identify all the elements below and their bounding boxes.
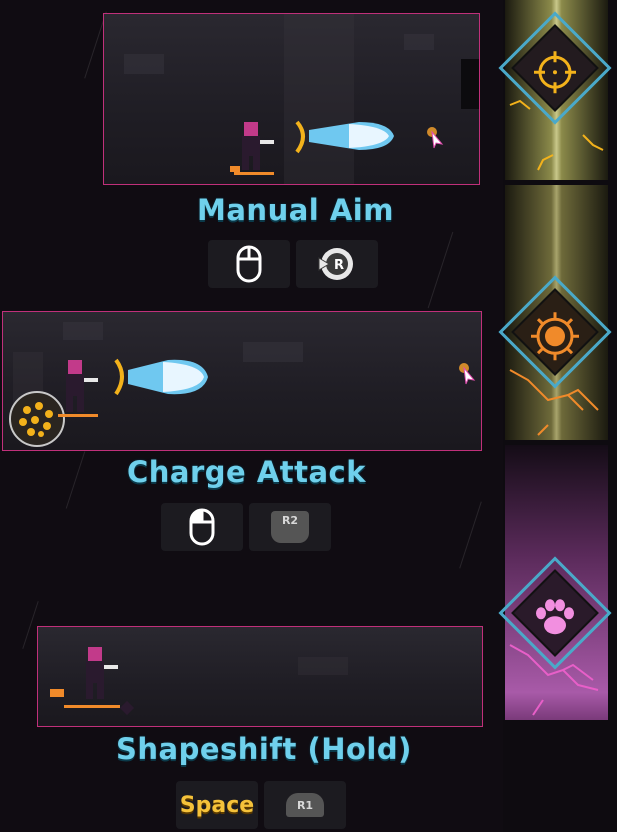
mouse-key	[161, 503, 243, 551]
skill-title: Shapeshift (Hold)	[116, 732, 412, 766]
mouse-icon	[236, 245, 262, 283]
paw-icon	[536, 599, 574, 635]
cursor-icon	[427, 127, 444, 149]
cursor-icon	[459, 363, 476, 385]
player-character	[50, 647, 135, 716]
manual-aim-preview	[103, 13, 480, 185]
aim-projectile	[295, 120, 394, 154]
space-key-label: Space	[179, 792, 255, 818]
trigger-icon: R2	[271, 511, 309, 543]
bumper-icon: R1	[286, 793, 324, 817]
gamepad-key: R1	[264, 781, 346, 829]
gamepad-key: R	[296, 240, 378, 288]
player-character	[58, 360, 98, 417]
player-character	[230, 122, 274, 175]
right-stick-icon: R	[318, 248, 353, 280]
mouse-key	[208, 240, 290, 288]
aim-crack-lines	[509, 99, 604, 171]
charge-projectile	[114, 358, 208, 396]
gamepad-label: R2	[281, 514, 299, 527]
charge-attack-preview	[2, 311, 482, 451]
shapeshift-crack-lines	[509, 644, 599, 716]
gamepad-label: R	[334, 258, 344, 273]
sun-burst-icon	[531, 312, 579, 361]
charge-crack-lines	[509, 369, 599, 436]
crosshair-icon	[534, 51, 576, 94]
space-key: Space	[176, 781, 258, 829]
wall-ledge	[461, 59, 479, 109]
skill-title: Manual Aim	[197, 193, 394, 227]
skill-title: Charge Attack	[127, 455, 367, 489]
gamepad-key: R2	[249, 503, 331, 551]
mouse-left-button-icon	[189, 508, 215, 546]
shapeshift-preview	[37, 626, 483, 727]
gamepad-label: R1	[296, 798, 314, 812]
